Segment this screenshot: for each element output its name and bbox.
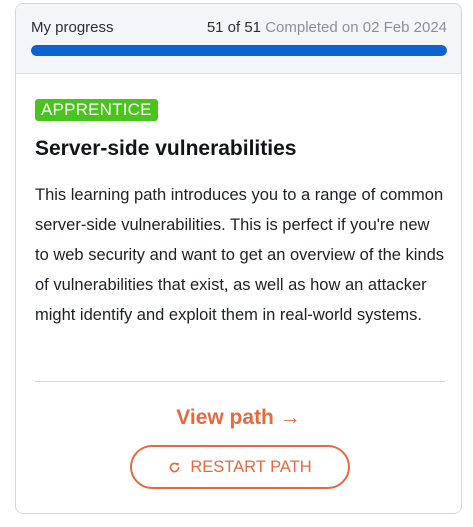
learning-path-card: My progress 51 of 51 Completed on 02 Feb… bbox=[15, 3, 462, 514]
restart-path-button[interactable]: RESTART PATH bbox=[130, 445, 350, 489]
progress-bar bbox=[31, 45, 447, 56]
level-badge: APPRENTICE bbox=[35, 99, 158, 121]
path-description: This learning path introduces you to a r… bbox=[35, 186, 445, 324]
progress-status: 51 of 51 Completed on 02 Feb 2024 bbox=[207, 19, 447, 36]
progress-header: My progress 51 of 51 Completed on 02 Feb… bbox=[16, 4, 461, 74]
completion-date: Completed on 02 Feb 2024 bbox=[265, 19, 447, 36]
progress-count: 51 of 51 bbox=[206, 19, 262, 36]
progress-bar-fill bbox=[31, 45, 447, 56]
restart-path-label: RESTART PATH bbox=[190, 457, 312, 476]
view-path-link[interactable]: View path → bbox=[16, 406, 461, 430]
progress-label: My progress bbox=[31, 19, 114, 36]
path-title: Server-side vulnerabilities bbox=[35, 137, 297, 160]
refresh-icon bbox=[169, 462, 180, 472]
divider bbox=[35, 381, 445, 382]
